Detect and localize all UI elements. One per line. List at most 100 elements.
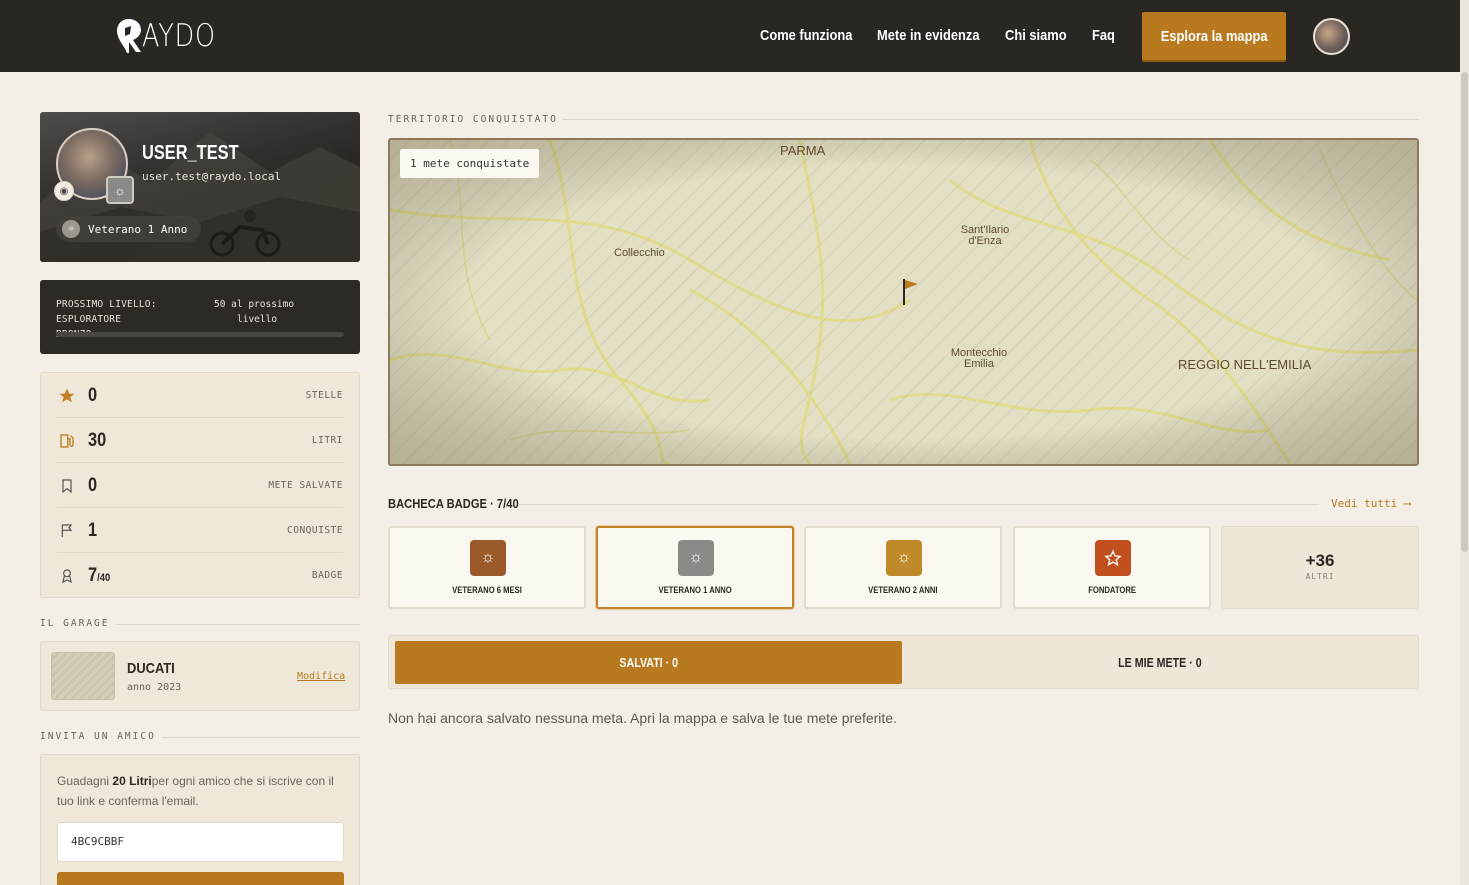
nav-link-chi-siamo[interactable]: Chi siamo xyxy=(1005,27,1067,44)
stat-row-litri[interactable]: 30 LITRI xyxy=(57,418,343,463)
badge-card-veterano-6-mesi[interactable]: ☼ VETERANO 6 MESI xyxy=(388,526,586,609)
stat-row-badge[interactable]: 7/40 BADGE xyxy=(57,553,343,598)
badge-count: 7 xyxy=(88,565,98,586)
user-avatar[interactable] xyxy=(1313,18,1350,55)
conquered-count-chip: 1 mete conquistate xyxy=(400,149,540,178)
see-all-badges-link[interactable]: Vedi tutti ⟶ xyxy=(1331,497,1410,510)
explore-map-button[interactable]: Esplora la mappa xyxy=(1142,12,1286,60)
territory-section-title: TERRITORIO CONQUISTATO xyxy=(388,114,558,125)
tab-salvati[interactable]: SALVATI · 0 xyxy=(395,641,902,684)
badge-total: /40 xyxy=(97,572,111,584)
more-badges-count: +36 xyxy=(1305,551,1335,570)
points-remaining-line1: 50 al prossimo xyxy=(214,299,295,310)
sun-badge-icon: ☼ xyxy=(106,176,134,204)
nav-link-mete-in-evidenza[interactable]: Mete in evidenza xyxy=(877,27,980,44)
sun-icon: ☼ xyxy=(470,540,506,576)
badge-name: VETERANO 2 ANNI xyxy=(806,585,1000,595)
invite-card: Guadagni 20 Litriper ogni amico che si i… xyxy=(40,754,360,885)
stat-row-conquiste[interactable]: 1 CONQUISTE xyxy=(57,508,343,553)
camera-icon[interactable]: ◉ xyxy=(54,181,74,201)
garage-divider xyxy=(116,624,360,625)
badge-icon xyxy=(57,566,77,586)
invite-section-title: INVITA UN AMICO xyxy=(40,731,156,742)
star-outline-icon xyxy=(1095,540,1131,576)
sun-icon: ☼ xyxy=(886,540,922,576)
stat-label-mete-salvate: METE SALVATE xyxy=(268,480,343,491)
veteran-badge-label: Veterano 1 Anno xyxy=(88,222,188,236)
invite-text-pre: Guadagni xyxy=(57,774,113,788)
points-remaining-line2: livello xyxy=(237,314,278,325)
stat-row-stelle[interactable]: 0 STELLE xyxy=(57,373,343,418)
map-label-collecchio: Collecchio xyxy=(614,247,665,259)
sun-icon: ☼ xyxy=(678,540,714,576)
stats-card: 0 STELLE 30 LITRI 0 METE SALVATE 1 CONQU… xyxy=(40,372,360,598)
veteran-badge-pill: ☼ Veterano 1 Anno xyxy=(56,216,202,242)
level-progress-bar xyxy=(56,332,344,337)
stat-label-badge: BADGE xyxy=(311,570,343,581)
stat-row-mete-salvate[interactable]: 0 METE SALVATE xyxy=(57,463,343,508)
next-level-line1: PROSSIMO LIVELLO: ESPLORATORE xyxy=(56,299,157,325)
territory-map[interactable]: 1 mete conquistate PARMA Collecchio Sant… xyxy=(388,138,1419,466)
map-label-santilario: Sant'Ilario d'Enza xyxy=(955,225,1015,247)
star-icon xyxy=(57,386,77,406)
garage-section-title: IL GARAGE xyxy=(40,618,110,629)
invite-text-reward: 20 Litri xyxy=(112,774,152,788)
badges-divider xyxy=(519,504,1319,505)
copy-invite-button[interactable] xyxy=(57,872,344,885)
badge-name-text: VETERANO 2 ANNI xyxy=(868,585,938,595)
badge-name-text: VETERANO 1 ANNO xyxy=(658,585,732,595)
badge-name: VETERANO 1 ANNO xyxy=(598,585,792,595)
map-label-montecchio-line2: Emilia xyxy=(964,358,994,370)
bike-name: DUCATI xyxy=(127,660,175,677)
badge-name: VETERANO 6 MESI xyxy=(390,585,584,595)
badge-card-fondatore[interactable]: FONDATORE xyxy=(1013,526,1211,609)
sun-icon: ☼ xyxy=(62,220,80,238)
nav-link-faq[interactable]: Faq xyxy=(1092,27,1115,44)
garage-card: DUCATI anno 2023 Modifica xyxy=(40,641,360,711)
conquest-flag-icon[interactable] xyxy=(902,278,920,306)
map-label-reggio: REGGIO NELL'EMILIA xyxy=(1178,357,1312,372)
more-badges-label: ALTRI xyxy=(1305,572,1335,581)
badge-board-title: BACHECA BADGE · 7/40 xyxy=(388,496,519,511)
tab-le-mie-mete[interactable]: LE MIE METE · 0 xyxy=(906,641,1413,684)
profile-username: USER_TEST xyxy=(142,142,239,164)
stat-value-litri: 30 xyxy=(88,430,107,451)
territory-divider xyxy=(562,119,1419,120)
badge-name-text: FONDATORE xyxy=(1088,585,1136,595)
more-badges-card[interactable]: +36 ALTRI xyxy=(1221,526,1419,609)
fuel-icon xyxy=(57,431,77,451)
badge-card-veterano-1-anno[interactable]: ☼ VETERANO 1 ANNO xyxy=(596,526,794,609)
invite-divider xyxy=(162,737,360,738)
map-label-parma: PARMA xyxy=(780,143,826,158)
explore-map-label: Esplora la mappa xyxy=(1160,27,1268,45)
tab-le-mie-mete-label: LE MIE METE · 0 xyxy=(1117,655,1202,670)
badge-name-text: VETERANO 6 MESI xyxy=(452,585,522,595)
level-progress-card: PROSSIMO LIVELLO: ESPLORATORE BRONZO 50 … xyxy=(40,280,360,354)
invite-code-field[interactable]: 4BC9CBBF xyxy=(57,822,344,862)
empty-state-message: Non hai ancora salvato nessuna meta. Apr… xyxy=(388,710,897,726)
map-label-santilario-line2: d'Enza xyxy=(968,235,1002,247)
bookmark-icon xyxy=(57,476,77,496)
bike-thumbnail xyxy=(51,652,115,700)
map-label-montecchio: Montecchio Emilia xyxy=(945,348,1013,370)
stat-value-stelle: 0 xyxy=(88,385,98,406)
stat-value-conquiste: 1 xyxy=(88,520,98,541)
stat-label-stelle: STELLE xyxy=(305,390,343,401)
scrollbar-thumb[interactable] xyxy=(1461,72,1468,552)
bike-year: anno 2023 xyxy=(127,682,182,693)
badge-card-veterano-2-anni[interactable]: ☼ VETERANO 2 ANNI xyxy=(804,526,1002,609)
points-remaining-text: 50 al prossimo livello xyxy=(214,297,364,327)
tab-salvati-label: SALVATI · 0 xyxy=(619,655,678,670)
edit-bike-link[interactable]: Modifica xyxy=(297,671,345,682)
stat-label-conquiste: CONQUISTE xyxy=(287,525,343,536)
mete-tabs: SALVATI · 0 LE MIE METE · 0 xyxy=(388,635,1419,689)
profile-email: user.test@raydo.local xyxy=(142,170,282,183)
stat-label-litri: LITRI xyxy=(311,435,343,446)
nav-link-come-funziona[interactable]: Come funziona xyxy=(760,27,852,44)
badge-name: FONDATORE xyxy=(1015,585,1209,595)
stat-value-badge: 7/40 xyxy=(88,565,110,587)
invite-description: Guadagni 20 Litriper ogni amico che si i… xyxy=(57,771,349,811)
stat-value-mete-salvate: 0 xyxy=(88,475,98,496)
top-navbar: AYDO Come funziona Mete in evidenza Chi … xyxy=(0,0,1469,72)
flag-icon xyxy=(57,521,77,541)
